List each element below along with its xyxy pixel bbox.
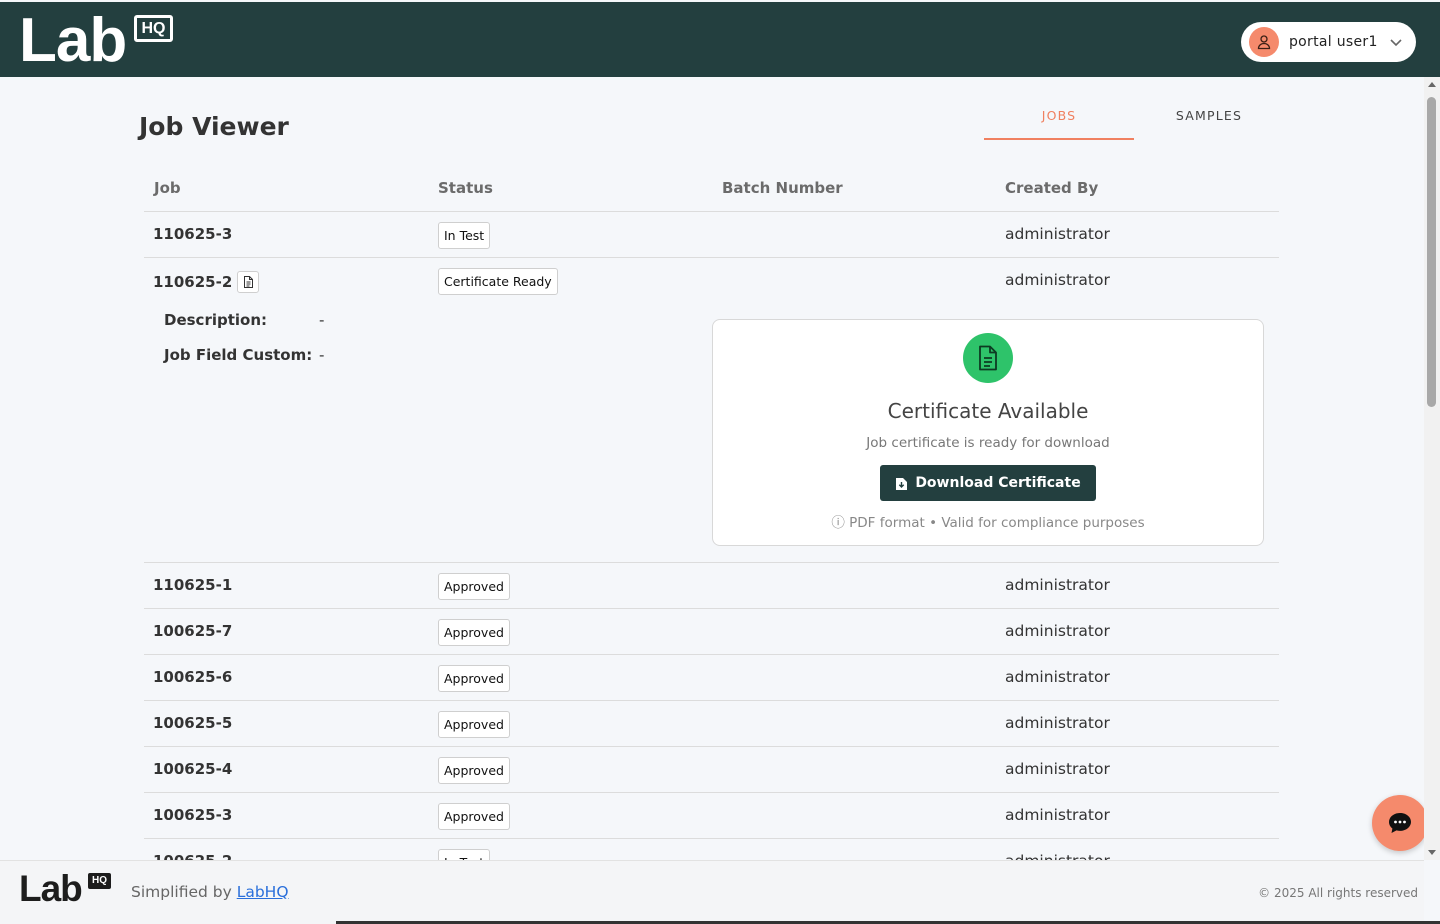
col-header-created-by[interactable]: Created By xyxy=(1005,179,1098,197)
copyright-text: © 2025 All rights reserved xyxy=(1258,886,1418,900)
status-badge: In Test xyxy=(438,849,491,860)
logo-hq-badge: HQ xyxy=(134,15,173,42)
table-row[interactable]: 100625-4 Approved administrator xyxy=(144,747,1279,793)
table-row[interactable]: 110625-1 Approved administrator xyxy=(144,563,1279,609)
created-by: administrator xyxy=(1005,225,1110,243)
created-by: administrator xyxy=(1005,760,1110,778)
job-id: 110625-3 xyxy=(153,225,233,243)
job-id: 100625-4 xyxy=(153,760,233,778)
user-avatar-icon xyxy=(1249,27,1279,57)
scroll-up-arrow[interactable] xyxy=(1428,82,1436,87)
status-badge: Approved xyxy=(438,803,510,830)
app-header: Lab HQ portal user1 xyxy=(0,2,1440,77)
job-id: 100625-3 xyxy=(153,806,233,824)
user-name: portal user1 xyxy=(1289,34,1378,50)
job-id: 100625-7 xyxy=(153,622,233,640)
status-badge: Approved xyxy=(438,619,510,646)
app-footer: Lab HQ Simplified by LabHQ © 2025 All ri… xyxy=(0,860,1424,924)
scroll-thumb[interactable] xyxy=(1427,97,1436,407)
download-button-label: Download Certificate xyxy=(915,475,1081,491)
labhq-link[interactable]: LabHQ xyxy=(237,883,289,901)
status-badge: Certificate Ready xyxy=(438,268,558,295)
chevron-down-icon xyxy=(1390,39,1402,47)
table-row[interactable]: 110625-3 In Test administrator xyxy=(144,212,1279,258)
custom-field-value: - xyxy=(319,346,325,364)
job-id-cell: 110625-2 xyxy=(153,271,260,293)
status-badge: Approved xyxy=(438,665,510,692)
col-header-job[interactable]: Job xyxy=(154,179,181,197)
chat-button[interactable] xyxy=(1372,795,1428,851)
view-tabs: JOBS SAMPLES xyxy=(984,100,1284,140)
table-row[interactable]: 100625-7 Approved administrator xyxy=(144,609,1279,655)
created-by: administrator xyxy=(1005,622,1110,640)
download-certificate-button[interactable]: Download Certificate xyxy=(880,465,1096,501)
description-value: - xyxy=(319,311,325,329)
chat-bubble-icon xyxy=(1389,813,1411,833)
col-header-status[interactable]: Status xyxy=(438,179,493,197)
status-badge: In Test xyxy=(438,222,491,249)
vertical-scrollbar[interactable] xyxy=(1424,77,1440,860)
created-by: administrator xyxy=(1005,576,1110,594)
created-by: administrator xyxy=(1005,271,1110,289)
table-row[interactable]: 100625-2 In Test administrator xyxy=(144,839,1279,860)
jobs-table: Job Status Batch Number Created By 11062… xyxy=(144,166,1279,860)
document-icon[interactable] xyxy=(237,271,260,293)
table-row[interactable]: 100625-6 Approved administrator xyxy=(144,655,1279,701)
job-id: 100625-6 xyxy=(153,668,233,686)
simplified-prefix: Simplified by xyxy=(131,883,237,901)
tab-samples[interactable]: SAMPLES xyxy=(1134,100,1284,140)
table-row[interactable]: 100625-5 Approved administrator xyxy=(144,701,1279,747)
status-badge: Approved xyxy=(438,711,510,738)
download-file-icon xyxy=(896,477,908,490)
job-id: 110625-2 xyxy=(153,273,233,291)
footer-logo-hq-badge: HQ xyxy=(88,873,111,889)
simplified-by-text: Simplified by LabHQ xyxy=(131,883,289,901)
table-row-expanded[interactable]: 110625-2 Certificate Ready administrator… xyxy=(144,258,1279,563)
certificate-title: Certificate Available xyxy=(887,399,1089,423)
job-id: 100625-5 xyxy=(153,714,233,732)
job-id: 100625-2 xyxy=(153,852,232,860)
created-by: administrator xyxy=(1005,852,1110,860)
created-by: administrator xyxy=(1005,714,1110,732)
certificate-file-icon xyxy=(963,333,1013,383)
scroll-down-arrow[interactable] xyxy=(1428,850,1436,855)
labhq-logo[interactable]: Lab xyxy=(19,10,127,72)
tab-jobs[interactable]: JOBS xyxy=(984,100,1134,140)
main-content: Job Viewer JOBS SAMPLES Job Status Batch… xyxy=(0,77,1424,860)
description-label: Description: xyxy=(164,311,268,329)
certificate-card: Certificate Available Job certificate is… xyxy=(712,319,1264,546)
status-badge: Approved xyxy=(438,573,510,600)
page-title: Job Viewer xyxy=(139,112,289,141)
table-row[interactable]: 100625-3 Approved administrator xyxy=(144,793,1279,839)
col-header-batch[interactable]: Batch Number xyxy=(722,179,843,197)
user-menu-button[interactable]: portal user1 xyxy=(1241,22,1416,62)
created-by: administrator xyxy=(1005,668,1110,686)
job-id: 110625-1 xyxy=(153,576,233,594)
certificate-note: ⓘ PDF format • Valid for compliance purp… xyxy=(831,515,1145,531)
custom-field-label: Job Field Custom: xyxy=(164,346,313,364)
status-badge: Approved xyxy=(438,757,510,784)
table-header: Job Status Batch Number Created By xyxy=(144,166,1279,212)
created-by: administrator xyxy=(1005,806,1110,824)
certificate-subtitle: Job certificate is ready for download xyxy=(866,435,1110,451)
footer-logo: Lab xyxy=(19,868,83,909)
